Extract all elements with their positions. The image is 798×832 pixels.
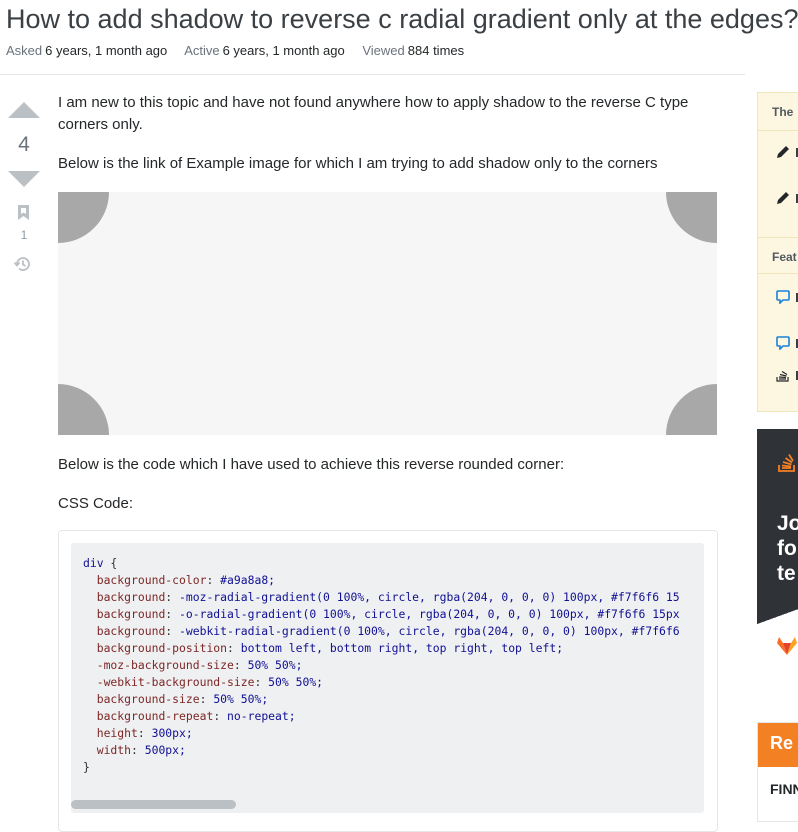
code-value: bottom left, bottom right, top right, to… bbox=[240, 641, 564, 655]
sidebar-blog-widget: The Feat bbox=[757, 92, 798, 412]
code-prop: background-size bbox=[96, 692, 200, 706]
vote-up-icon[interactable] bbox=[8, 102, 40, 118]
post-paragraph-4: CSS Code: bbox=[58, 495, 134, 512]
asked-label: Asked bbox=[6, 43, 43, 58]
pencil-icon bbox=[777, 192, 789, 204]
code-prop: background bbox=[96, 624, 166, 638]
code-value: no-repeat; bbox=[227, 709, 296, 723]
widget-divider bbox=[758, 273, 798, 274]
gitlab-icon bbox=[777, 637, 797, 655]
chat-icon bbox=[776, 290, 790, 304]
viewed-value: 884 times bbox=[407, 43, 465, 58]
widget-divider bbox=[758, 237, 798, 238]
remote-jobs-header: Re bbox=[758, 723, 798, 767]
chat-icon bbox=[776, 336, 790, 350]
widget-divider bbox=[758, 130, 798, 131]
code-text: div { background-color: #a9a8a8; backgro… bbox=[83, 556, 680, 774]
asked-value: 6 years, 1 month ago bbox=[45, 43, 168, 58]
code-open-brace: { bbox=[103, 556, 118, 570]
remote-jobs-title: Re bbox=[770, 733, 794, 753]
header-divider bbox=[0, 74, 745, 75]
corner-top-left bbox=[58, 192, 109, 243]
code-prop: background-repeat bbox=[96, 709, 214, 723]
vote-down-icon[interactable] bbox=[8, 171, 40, 187]
corner-bottom-right bbox=[666, 384, 717, 435]
code-value: 50% 50%; bbox=[213, 692, 269, 706]
code-horizontal-scrollbar[interactable] bbox=[71, 800, 236, 809]
code-prop: -moz-background-size bbox=[96, 658, 234, 672]
code-close-brace: } bbox=[83, 760, 90, 774]
stack-icon bbox=[778, 454, 795, 472]
code-value: #a9a8a8; bbox=[220, 573, 276, 587]
code-value: -webkit-radial-gradient(0 100%, circle, … bbox=[179, 624, 680, 638]
code-value: -moz-radial-gradient(0 100%, circle, rgb… bbox=[179, 590, 680, 604]
bookmark-count: 1 bbox=[20, 228, 28, 242]
corner-top-right bbox=[666, 192, 717, 243]
remote-jobs-company[interactable]: FINN bbox=[770, 781, 798, 797]
code-block[interactable]: div { background-color: #a9a8a8; backgro… bbox=[71, 543, 704, 813]
code-prop: background-position bbox=[96, 641, 228, 655]
viewed-label: Viewed bbox=[362, 43, 405, 58]
ad-footer bbox=[757, 626, 798, 679]
active-label: Active bbox=[184, 43, 220, 58]
code-value: 500px; bbox=[144, 743, 186, 757]
code-prop: background bbox=[96, 590, 166, 604]
featured-heading: Feat bbox=[772, 250, 797, 264]
ad-headline: Jo fo te bbox=[777, 512, 798, 585]
code-value: -o-radial-gradient(0 100%, circle, rgba(… bbox=[179, 607, 680, 621]
code-value: 50% 50%; bbox=[268, 675, 324, 689]
code-prop: background bbox=[96, 607, 166, 621]
question-meta: Asked 6 years, 1 month ago Active 6 years,… bbox=[6, 43, 478, 58]
code-prop: width bbox=[96, 743, 132, 757]
code-prop: height bbox=[96, 726, 138, 740]
corner-bottom-left bbox=[58, 384, 109, 435]
example-image bbox=[58, 192, 717, 435]
code-prop: -webkit-background-size bbox=[96, 675, 255, 689]
code-selector: div bbox=[83, 556, 104, 570]
post-paragraph-2: Below is the link of Example image for w… bbox=[58, 155, 658, 172]
active-value[interactable]: 6 years, 1 month ago bbox=[223, 43, 345, 58]
code-value: 300px; bbox=[151, 726, 193, 740]
sidebar-ad[interactable]: Jo fo te bbox=[757, 429, 798, 679]
blog-heading: The bbox=[772, 105, 794, 119]
history-icon[interactable] bbox=[13, 254, 33, 274]
post-paragraph-1: I am new to this topic and have not foun… bbox=[58, 94, 689, 133]
stack-icon bbox=[776, 370, 789, 382]
ad-divider bbox=[757, 604, 798, 626]
question-title[interactable]: How to add shadow to reverse c radial gr… bbox=[6, 2, 798, 36]
post-paragraph-3: Below is the code which I have used to a… bbox=[58, 456, 565, 473]
code-snippet: div { background-color: #a9a8a8; backgro… bbox=[58, 530, 718, 832]
remote-jobs-widget[interactable]: Re FINN bbox=[757, 722, 798, 822]
bookmark-icon[interactable] bbox=[18, 205, 29, 220]
pencil-icon bbox=[777, 146, 789, 158]
code-prop: background-color bbox=[96, 573, 207, 587]
code-value: 50% 50%; bbox=[247, 658, 303, 672]
vote-count: 4 bbox=[18, 133, 30, 156]
